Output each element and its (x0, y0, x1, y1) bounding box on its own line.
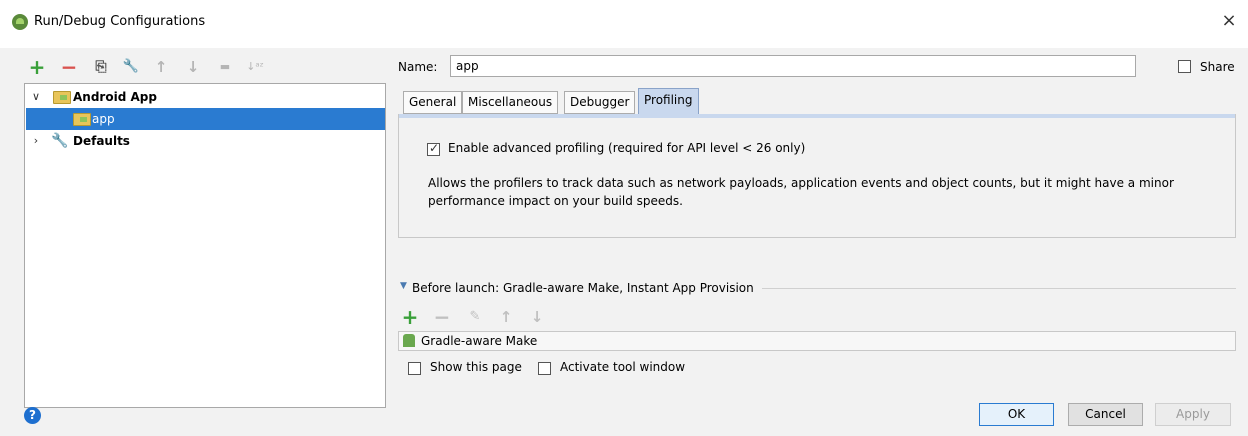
share-checkbox[interactable] (1178, 60, 1191, 73)
before-launch-list[interactable]: Gradle-aware Make (398, 331, 1236, 351)
title-bar: Run/Debug Configurations × (0, 0, 1248, 48)
close-icon[interactable]: × (1219, 10, 1239, 32)
remove-task-icon[interactable]: − (433, 307, 451, 327)
remove-icon[interactable]: − (60, 57, 78, 77)
add-task-icon[interactable]: + (401, 307, 419, 327)
tab-general[interactable]: General (403, 91, 463, 114)
share-label: Share (1200, 60, 1235, 74)
tree-item-android-app[interactable]: ∨ Android App (26, 86, 385, 108)
android-icon (403, 334, 415, 347)
name-label: Name: (398, 60, 438, 74)
tree-item-defaults[interactable]: › 🔧 Defaults (26, 130, 385, 152)
enable-profiling-checkbox[interactable] (427, 141, 440, 156)
show-page-label: Show this page (430, 360, 522, 374)
enable-profiling-label: Enable advanced profiling (required for … (448, 141, 806, 155)
show-page-checkbox[interactable] (408, 362, 421, 375)
android-app-icon (73, 113, 91, 126)
activate-tool-window-label: Activate tool window (560, 360, 686, 374)
move-down-icon[interactable]: ↓ (184, 58, 202, 76)
tab-debugger[interactable]: Debugger (564, 91, 636, 114)
tree-item-app[interactable]: app (26, 108, 385, 130)
chevron-right-icon[interactable]: › (30, 130, 42, 152)
help-icon[interactable]: ? (24, 407, 41, 424)
configuration-tree[interactable]: ∨ Android App app › 🔧 Defaults (24, 83, 386, 408)
window-title: Run/Debug Configurations (34, 14, 206, 29)
tab-panel-accent (399, 114, 1235, 118)
add-icon[interactable]: + (28, 57, 46, 77)
tab-miscellaneous[interactable]: Miscellaneous (462, 91, 559, 114)
sort-icon[interactable]: ↓ᵃᶻ (246, 58, 264, 76)
tree-item-label: Defaults (73, 134, 130, 148)
edit-task-icon[interactable]: ✎ (466, 308, 484, 326)
tree-item-label: app (92, 112, 115, 126)
wrench-icon: 🔧 (51, 133, 69, 149)
wrench-icon[interactable]: 🔧 (122, 58, 140, 76)
copy-icon[interactable]: ⎘ (92, 58, 110, 76)
before-launch-title[interactable]: Before launch: Gradle-aware Make, Instan… (412, 281, 754, 295)
move-task-down-icon[interactable]: ↓ (528, 308, 546, 326)
chevron-down-icon[interactable]: ∨ (30, 86, 42, 108)
activate-tool-window-checkbox[interactable] (538, 362, 551, 375)
cancel-button[interactable]: Cancel (1068, 403, 1143, 426)
move-task-up-icon[interactable]: ↑ (497, 308, 515, 326)
task-label: Gradle-aware Make (421, 334, 538, 348)
ok-button[interactable]: OK (979, 403, 1054, 426)
move-up-icon[interactable]: ↑ (152, 58, 170, 76)
tree-item-label: Android App (73, 90, 157, 104)
folder-icon[interactable]: ▬ (216, 58, 234, 76)
section-divider (762, 288, 1236, 289)
android-folder-icon (53, 91, 71, 104)
apply-button[interactable]: Apply (1155, 403, 1231, 426)
profiling-description: Allows the profilers to track data such … (428, 176, 1174, 208)
android-studio-icon (12, 14, 28, 30)
tab-profiling[interactable]: Profiling (638, 88, 699, 115)
name-input[interactable] (450, 55, 1136, 77)
collapse-triangle-icon[interactable]: ▼ (400, 281, 407, 291)
